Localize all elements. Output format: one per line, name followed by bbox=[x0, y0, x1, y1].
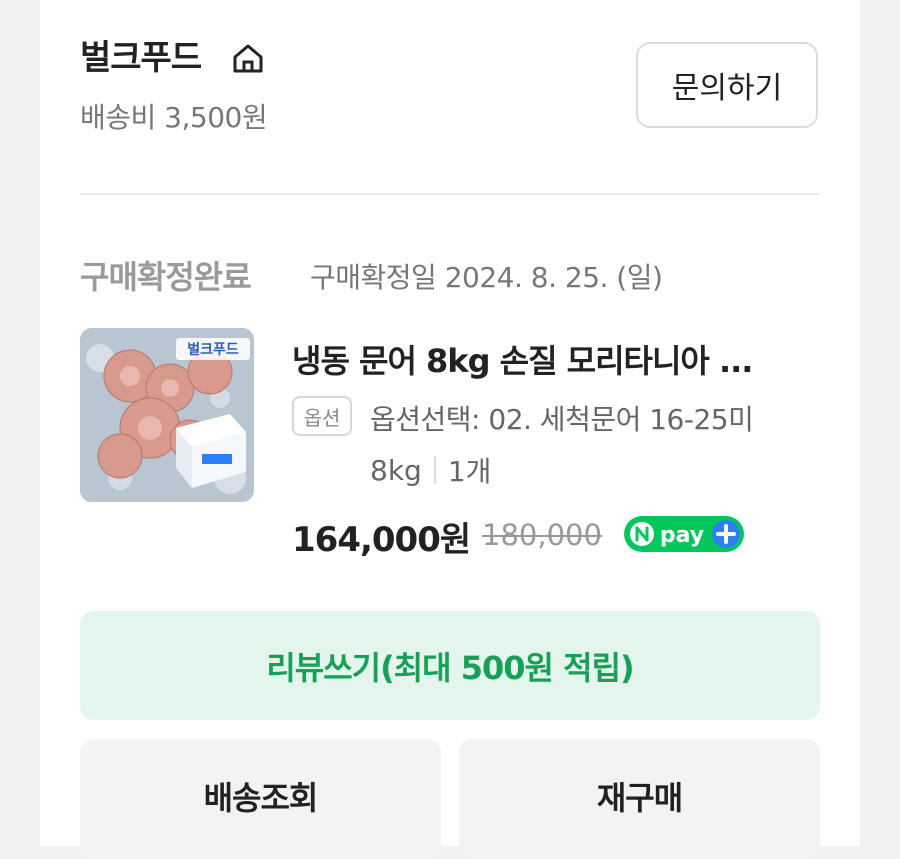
inquiry-button[interactable]: 문의하기 bbox=[636, 42, 818, 128]
write-review-button[interactable]: 리뷰쓰기(최대 500원 적립) bbox=[80, 611, 820, 720]
rebuy-button[interactable]: 재구매 bbox=[459, 739, 820, 859]
product-title[interactable]: 냉동 문어 8kg 손질 모리타니아 ... bbox=[292, 336, 753, 382]
separator bbox=[433, 456, 436, 484]
product-thumbnail[interactable]: 벌크푸드 bbox=[80, 328, 254, 502]
quantity: 1개 bbox=[447, 455, 492, 488]
store-name[interactable]: 벌크푸드 bbox=[80, 30, 202, 79]
home-icon[interactable] bbox=[230, 40, 266, 76]
confirm-date: 구매확정일 2024. 8. 25. (일) bbox=[310, 261, 663, 294]
option-badge: 옵션 bbox=[292, 396, 352, 436]
order-card: 벌크푸드 배송비 3,500원 문의하기 구매확정완료 구매확정일 2024. … bbox=[40, 0, 860, 859]
octopus-image: 벌크푸드 bbox=[80, 328, 254, 502]
track-delivery-button[interactable]: 배송조회 bbox=[80, 739, 441, 859]
divider bbox=[80, 193, 820, 195]
thumb-brand-label: 벌크푸드 bbox=[187, 341, 239, 358]
original-price: 180,000 bbox=[482, 518, 602, 552]
option-text: 옵션선택: 02. 세척문어 16-25미 bbox=[370, 403, 754, 436]
order-status: 구매확정완료 bbox=[80, 258, 252, 296]
npay-plus-icon: pay bbox=[624, 516, 744, 552]
shipping-fee: 배송비 3,500원 bbox=[80, 101, 268, 134]
option-weight: 8kg bbox=[370, 453, 422, 487]
npay-label: pay bbox=[660, 523, 704, 548]
sale-price: 164,000원 bbox=[292, 520, 471, 560]
option-detail: 8kg 1개 bbox=[370, 450, 491, 490]
